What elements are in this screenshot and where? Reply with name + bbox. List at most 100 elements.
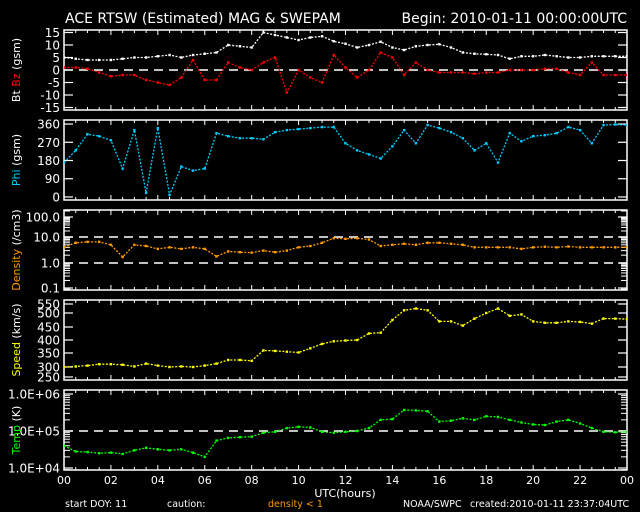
data-point-phi — [203, 167, 206, 170]
chart-title: ACE RTSW (Estimated) MAG & SWEPAM — [65, 11, 341, 27]
data-point-speed — [191, 365, 195, 369]
data-point-bt — [367, 43, 371, 47]
data-point-speed — [461, 324, 464, 327]
data-point-phi — [144, 191, 148, 195]
data-point-bz — [379, 51, 382, 54]
data-point-temp — [578, 422, 582, 425]
data-point-bz — [215, 78, 218, 82]
data-point-speed — [496, 307, 500, 310]
data-point-speed — [543, 321, 547, 324]
data-point-speed — [602, 317, 605, 320]
data-point-phi — [555, 131, 558, 135]
data-point-speed — [344, 339, 347, 342]
data-point-bt — [238, 45, 242, 48]
y-tick-label: -15 — [40, 101, 60, 115]
data-point-speed — [297, 351, 300, 354]
data-point-density — [168, 246, 171, 249]
data-point-phi — [74, 149, 77, 152]
data-point-phi — [414, 142, 418, 145]
data-point-bt — [285, 36, 289, 39]
data-point-bt — [543, 53, 547, 57]
data-point-phi — [97, 135, 101, 138]
data-point-bt — [414, 45, 418, 48]
data-point-speed — [578, 320, 582, 324]
data-point-temp — [602, 430, 605, 434]
data-point-temp — [215, 439, 218, 442]
data-point-phi — [262, 138, 265, 141]
data-point-temp — [320, 430, 324, 434]
data-point-speed — [567, 320, 570, 323]
y-tick-label: 180 — [37, 154, 60, 168]
data-point-bt — [449, 46, 453, 49]
data-point-density — [356, 236, 359, 240]
y-tick-label: 90 — [45, 172, 60, 186]
data-point-bt — [109, 58, 113, 62]
data-point-temp — [438, 420, 441, 423]
begin-time: Begin: 2010-01-11 00:00:00UTC — [402, 11, 628, 27]
data-point-speed — [590, 322, 594, 325]
y-tick-label: 100.0 — [26, 211, 60, 225]
data-point-temp — [97, 452, 101, 455]
x-tick-label: 14 — [385, 474, 399, 487]
data-point-bt — [133, 56, 136, 59]
data-point-density — [496, 246, 500, 249]
background — [0, 0, 640, 512]
data-point-temp — [168, 449, 171, 452]
data-point-bz — [74, 66, 77, 69]
data-point-temp — [238, 435, 242, 439]
data-point-density — [97, 240, 101, 244]
data-point-bz — [473, 72, 476, 75]
data-point-bt — [614, 55, 617, 58]
data-point-bz — [180, 76, 183, 79]
y-axis-label: Bt Bz (gsm) — [10, 38, 23, 102]
data-point-bz — [555, 67, 558, 70]
y-tick-label: 400 — [37, 334, 60, 348]
y-tick-label: 10.0 — [33, 231, 60, 245]
data-point-bz — [414, 61, 418, 64]
data-point-bt — [168, 53, 171, 57]
data-point-density — [520, 247, 523, 251]
data-point-temp — [332, 431, 335, 434]
data-point-bz — [97, 71, 101, 74]
x-tick-label: 10 — [292, 474, 306, 487]
data-point-speed — [449, 320, 453, 323]
data-point-phi — [391, 145, 394, 148]
data-point-density — [285, 249, 289, 252]
data-point-bt — [121, 57, 124, 60]
data-point-bz — [344, 66, 347, 69]
data-point-phi — [168, 193, 171, 197]
data-point-phi — [485, 142, 488, 145]
data-point-temp — [156, 448, 160, 451]
data-point-density — [203, 247, 206, 251]
data-point-temp — [121, 452, 124, 456]
y-axis-label: Speed (km/s) — [10, 303, 23, 376]
data-point-speed — [86, 364, 89, 367]
caution-label: caution: — [167, 499, 205, 510]
data-point-density — [262, 249, 265, 252]
data-point-bt — [344, 42, 347, 45]
y-tick-label: 450 — [37, 321, 60, 335]
data-point-phi — [86, 132, 89, 136]
y-tick-label: 350 — [37, 347, 60, 361]
data-point-bz — [121, 73, 124, 77]
data-point-density — [461, 243, 464, 247]
data-point-temp — [273, 430, 277, 434]
data-point-phi — [508, 131, 511, 135]
data-point-speed — [520, 313, 523, 316]
data-point-speed — [555, 321, 558, 324]
data-point-density — [133, 243, 136, 247]
data-point-bz — [356, 76, 359, 79]
data-point-temp — [250, 435, 253, 438]
data-point-phi — [531, 135, 535, 138]
data-point-temp — [109, 451, 113, 454]
data-point-speed — [309, 347, 312, 350]
data-point-bz — [168, 83, 171, 87]
data-point-phi — [121, 167, 124, 170]
data-point-phi — [250, 137, 253, 140]
data-point-speed — [531, 320, 535, 323]
data-point-bz — [320, 81, 324, 84]
data-point-bt — [144, 56, 148, 59]
data-point-bt — [391, 46, 394, 49]
data-point-phi — [273, 130, 277, 134]
data-point-bt — [250, 46, 253, 49]
